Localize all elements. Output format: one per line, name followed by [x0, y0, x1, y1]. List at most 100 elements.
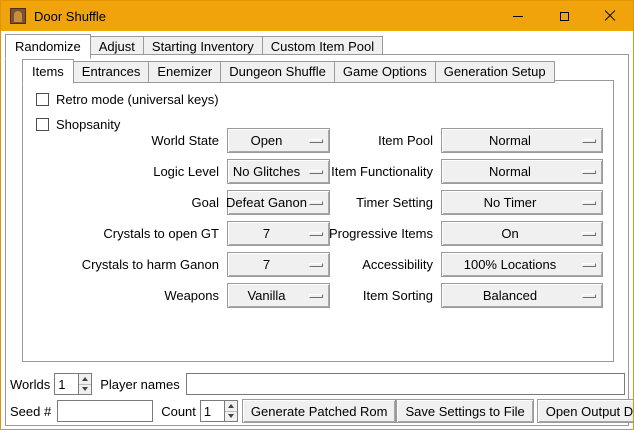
count-input[interactable]	[200, 400, 224, 422]
tab-entrances[interactable]: Entrances	[73, 61, 150, 83]
worlds-spin-arrows	[78, 373, 92, 395]
timer-setting-label: Timer Setting	[323, 195, 433, 210]
item-functionality-value: Normal	[489, 164, 531, 179]
worlds-input[interactable]	[54, 373, 78, 395]
maximize-button[interactable]	[541, 1, 587, 31]
count-label: Count	[161, 404, 196, 419]
goal-value: Defeat Ganon	[226, 195, 307, 210]
item-pool-dropdown[interactable]: Normal	[441, 128, 603, 153]
world-state-row: World State Open	[23, 125, 330, 156]
tab-generation-setup[interactable]: Generation Setup	[435, 61, 555, 83]
crystals-ganon-value: 7	[263, 257, 270, 272]
retro-mode-label: Retro mode (universal keys)	[56, 92, 219, 107]
progressive-items-dropdown[interactable]: On	[441, 221, 603, 246]
player-names-input[interactable]	[186, 373, 625, 395]
item-functionality-row: Item Functionality Normal	[323, 156, 603, 187]
tab-items[interactable]: Items	[22, 59, 74, 84]
count-spin-arrows	[224, 400, 238, 422]
randomize-panel: Items Entrances Enemizer Dungeon Shuffle…	[5, 54, 629, 426]
seed-row: Seed # Count Generate Patched Rom Save S…	[10, 399, 625, 423]
dropdown-indicator-icon	[309, 201, 323, 205]
close-button[interactable]	[587, 1, 633, 31]
progressive-items-label: Progressive Items	[323, 226, 433, 241]
dropdown-indicator-icon	[582, 201, 596, 205]
retro-mode-row: Retro mode (universal keys)	[36, 89, 219, 109]
crystals-ganon-row: Crystals to harm Ganon 7	[23, 249, 330, 280]
item-pool-row: Item Pool Normal	[323, 125, 603, 156]
crystals-gt-value: 7	[263, 226, 270, 241]
dropdown-indicator-icon	[582, 139, 596, 143]
item-sorting-label: Item Sorting	[323, 288, 433, 303]
worlds-spin-down-button[interactable]	[79, 385, 91, 395]
tab-game-options[interactable]: Game Options	[334, 61, 436, 83]
seed-label: Seed #	[10, 404, 51, 419]
count-spin-up-button[interactable]	[225, 401, 237, 412]
dropdown-indicator-icon	[309, 294, 323, 298]
world-state-label: World State	[23, 133, 219, 148]
weapons-value: Vanilla	[247, 288, 285, 303]
close-icon	[604, 10, 616, 22]
timer-setting-row: Timer Setting No Timer	[323, 187, 603, 218]
items-panel: Retro mode (universal keys) Shopsanity W…	[22, 80, 614, 362]
item-functionality-dropdown[interactable]: Normal	[441, 159, 603, 184]
generate-patched-rom-button[interactable]: Generate Patched Rom	[242, 399, 397, 423]
accessibility-label: Accessibility	[323, 257, 433, 272]
logic-level-value: No Glitches	[233, 164, 300, 179]
minimize-icon	[513, 16, 523, 17]
dropdown-indicator-icon	[309, 232, 323, 236]
arrow-down-icon	[228, 414, 234, 418]
goal-label: Goal	[23, 195, 219, 210]
crystals-gt-dropdown[interactable]: 7	[227, 221, 330, 246]
item-sorting-value: Balanced	[483, 288, 537, 303]
player-names-label: Player names	[100, 377, 179, 392]
dropdown-indicator-icon	[582, 294, 596, 298]
window-controls	[495, 1, 633, 31]
seed-input[interactable]	[57, 400, 153, 422]
crystals-ganon-dropdown[interactable]: 7	[227, 252, 330, 277]
dropdown-indicator-icon	[309, 170, 323, 174]
logic-level-dropdown[interactable]: No Glitches	[227, 159, 330, 184]
door-glyph	[14, 11, 22, 22]
worlds-spinner	[54, 373, 92, 395]
settings-column-right: Item Pool Normal Item Functionality Norm…	[323, 125, 603, 311]
item-pool-label: Item Pool	[323, 133, 433, 148]
item-sorting-dropdown[interactable]: Balanced	[441, 283, 603, 308]
item-functionality-label: Item Functionality	[323, 164, 433, 179]
logic-level-label: Logic Level	[23, 164, 219, 179]
goal-row: Goal Defeat Ganon	[23, 187, 330, 218]
worlds-spin-up-button[interactable]	[79, 374, 91, 385]
world-state-dropdown[interactable]: Open	[227, 128, 330, 153]
item-sorting-row: Item Sorting Balanced	[323, 280, 603, 311]
client-area: Randomize Adjust Starting Inventory Cust…	[1, 31, 633, 429]
count-spin-down-button[interactable]	[225, 412, 237, 422]
crystals-gt-label: Crystals to open GT	[23, 226, 219, 241]
accessibility-dropdown[interactable]: 100% Locations	[441, 252, 603, 277]
inner-tab-bar: Items Entrances Enemizer Dungeon Shuffle…	[22, 59, 554, 83]
minimize-button[interactable]	[495, 1, 541, 31]
save-settings-button[interactable]: Save Settings to File	[396, 399, 533, 423]
titlebar[interactable]: Door Shuffle	[1, 1, 633, 31]
accessibility-row: Accessibility 100% Locations	[323, 249, 603, 280]
dropdown-indicator-icon	[309, 263, 323, 267]
settings-column-left: World State Open Logic Level No Glitches	[23, 125, 330, 311]
app-window: Door Shuffle Randomize Adjust Starting I…	[0, 0, 634, 430]
goal-dropdown[interactable]: Defeat Ganon	[227, 190, 330, 215]
tab-randomize[interactable]: Randomize	[5, 34, 91, 59]
count-spinner	[200, 400, 238, 422]
maximize-icon	[560, 12, 569, 21]
tab-dungeon-shuffle[interactable]: Dungeon Shuffle	[220, 61, 335, 83]
dropdown-indicator-icon	[309, 139, 323, 143]
worlds-row: Worlds Player names	[10, 373, 625, 395]
retro-mode-checkbox[interactable]	[36, 93, 49, 106]
worlds-label: Worlds	[10, 377, 50, 392]
window-title: Door Shuffle	[34, 9, 106, 24]
tab-enemizer[interactable]: Enemizer	[148, 61, 221, 83]
dropdown-indicator-icon	[582, 232, 596, 236]
timer-setting-value: No Timer	[484, 195, 537, 210]
weapons-dropdown[interactable]: Vanilla	[227, 283, 330, 308]
crystals-gt-row: Crystals to open GT 7	[23, 218, 330, 249]
timer-setting-dropdown[interactable]: No Timer	[441, 190, 603, 215]
arrow-up-icon	[228, 404, 234, 408]
progressive-items-row: Progressive Items On	[323, 218, 603, 249]
open-output-directory-button[interactable]: Open Output Directory	[537, 399, 634, 423]
